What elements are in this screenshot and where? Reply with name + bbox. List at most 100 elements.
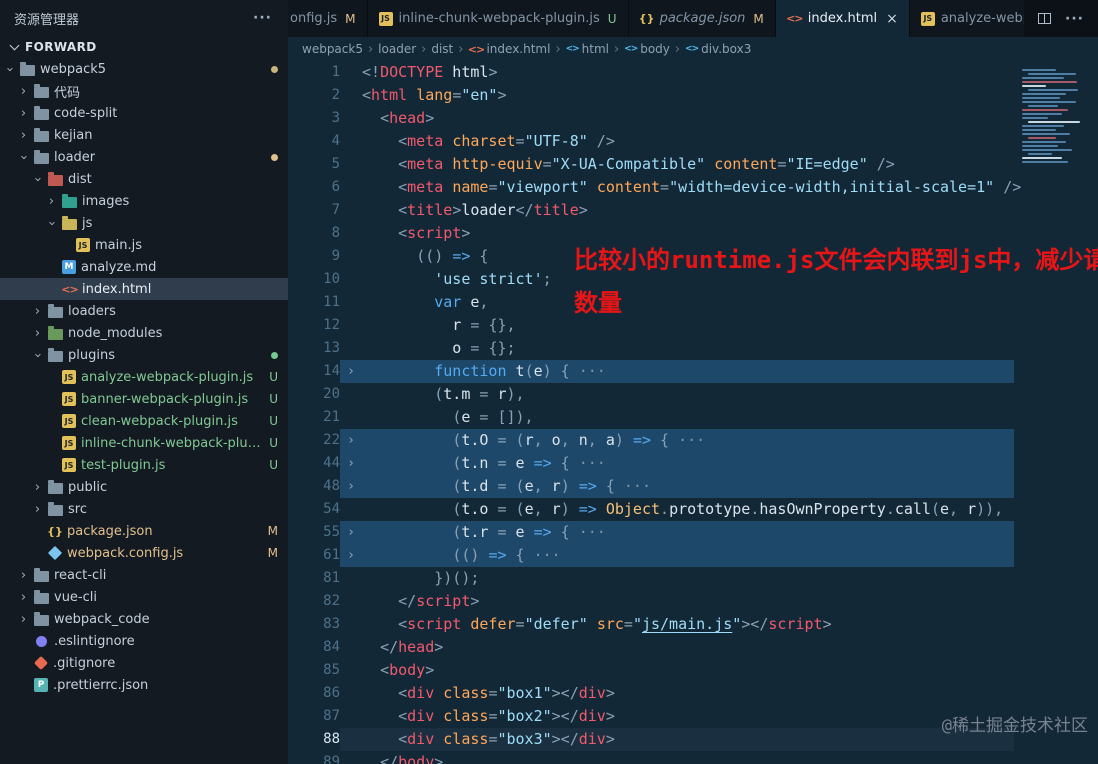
breadcrumb-item-html[interactable]: <> html <box>566 42 609 56</box>
tree-item-prettierrc-json[interactable]: ›P.prettierrc.json <box>0 674 288 696</box>
line-number: 89 <box>323 754 340 764</box>
file-tree: › webpack5 › 代码 › code-split › kejian › loader › di… <box>0 58 288 696</box>
tree-item-main-js[interactable]: ›JSmain.js <box>0 234 288 256</box>
line-content: <head> <box>340 107 1098 130</box>
code-line-7[interactable]: 7 <title>loader</title> <box>288 199 1098 222</box>
tree-item-src[interactable]: › src <box>0 498 288 520</box>
tree-item-label: index.html <box>82 281 152 297</box>
tree-item-code-split[interactable]: › code-split <box>0 102 288 124</box>
tree-item-node-modules[interactable]: › node_modules <box>0 322 288 344</box>
tab-onfig-js[interactable]: onfig.js M <box>288 0 368 37</box>
breadcrumb-item-div-box3[interactable]: <> div.box3 <box>685 42 751 56</box>
more-actions-icon[interactable]: ··· <box>1065 11 1084 27</box>
breadcrumb-item-webpack5[interactable]: webpack5 <box>302 42 363 56</box>
code-line-6[interactable]: 6 <meta name="viewport" content="width=d… <box>288 176 1098 199</box>
breadcrumb-item-body[interactable]: <> body <box>624 42 670 56</box>
tree-item-images[interactable]: › images <box>0 190 288 212</box>
tree-item-inline-chunk-webpack-plugin-js[interactable]: ›JSinline-chunk-webpack-plugin.jsU <box>0 432 288 454</box>
tree-item-js[interactable]: › js <box>0 212 288 234</box>
tree-item-clean-webpack-plugin-js[interactable]: ›JSclean-webpack-plugin.jsU <box>0 410 288 432</box>
tree-item-package-json[interactable]: ›{}package.jsonM <box>0 520 288 542</box>
line-number: 8 <box>331 225 340 241</box>
code-text: var e, <box>434 293 489 311</box>
code-line-21[interactable]: 21 (e = []), <box>288 406 1098 429</box>
tab-index-html[interactable]: <> index.html × <box>775 0 910 37</box>
tree-item-label: test-plugin.js <box>81 457 166 473</box>
code-line-55[interactable]: 55 › (t.r = e => { ··· <box>288 521 1098 544</box>
tree-item-plugins[interactable]: › plugins <box>0 344 288 366</box>
line-number: 21 <box>323 409 340 425</box>
line-content: <html lang="en"> <box>340 84 1098 107</box>
tree-item-item[interactable]: › 代码 <box>0 80 288 102</box>
close-icon[interactable]: × <box>886 11 898 27</box>
tree-item-analyze-md[interactable]: ›Manalyze.md <box>0 256 288 278</box>
minimap-line <box>1028 153 1052 155</box>
fold-chevron-icon[interactable]: › <box>340 521 362 544</box>
code-line-89[interactable]: 89 </body> <box>288 751 1098 764</box>
breadcrumb-item-index-html[interactable]: <> index.html <box>468 42 551 56</box>
code-line-14[interactable]: 14 › function t(e) { ··· <box>288 360 1098 383</box>
code-line-81[interactable]: 81 })(); <box>288 567 1098 590</box>
code-line-22[interactable]: 22 › (t.O = (r, o, n, a) => { ··· <box>288 429 1098 452</box>
code-line-20[interactable]: 20 (t.m = r), <box>288 383 1098 406</box>
code-line-10[interactable]: 10 'use strict'; <box>288 268 1098 291</box>
code-line-61[interactable]: 61 › (() => { ··· <box>288 544 1098 567</box>
tree-item-label: clean-webpack-plugin.js <box>81 413 238 429</box>
code-line-9[interactable]: 9 (() => { <box>288 245 1098 268</box>
tree-item-gitignore[interactable]: ›.gitignore <box>0 652 288 674</box>
code-line-83[interactable]: 83 <script defer="defer" src="js/main.js… <box>288 613 1098 636</box>
code-line-4[interactable]: 4 <meta charset="UTF-8" /> <box>288 130 1098 153</box>
code-line-44[interactable]: 44 › (t.n = e => { ··· <box>288 452 1098 475</box>
fold-chevron-icon[interactable]: › <box>340 475 362 498</box>
tree-item-loaders[interactable]: › loaders <box>0 300 288 322</box>
tab-package-json[interactable]: {} package.json M <box>628 0 776 37</box>
tree-item-webpack-config-js[interactable]: ›webpack.config.jsM <box>0 542 288 564</box>
code-line-1[interactable]: 1 <!DOCTYPE html> <box>288 61 1098 84</box>
workspace-section-header[interactable]: FORWARD <box>0 36 288 58</box>
tree-item-eslintignore[interactable]: ›.eslintignore <box>0 630 288 652</box>
js-icon: JS <box>62 458 76 472</box>
breadcrumb-item-dist[interactable]: dist <box>431 42 453 56</box>
code-line-5[interactable]: 5 <meta http-equiv="X-UA-Compatible" con… <box>288 153 1098 176</box>
line-number: 11 <box>323 294 340 310</box>
git-status-badge: M <box>267 546 278 560</box>
js-icon: JS <box>378 11 393 26</box>
fold-chevron-icon[interactable]: › <box>340 452 362 475</box>
code-line-3[interactable]: 3 <head> <box>288 107 1098 130</box>
code-line-48[interactable]: 48 › (t.d = (e, r) => { ··· <box>288 475 1098 498</box>
fold-chevron-icon[interactable]: › <box>340 429 362 452</box>
tree-item-react-cli[interactable]: › react-cli <box>0 564 288 586</box>
breadcrumb-item-loader[interactable]: loader <box>378 42 416 56</box>
tree-item-dist[interactable]: › dist <box>0 168 288 190</box>
tree-item-kejian[interactable]: › kejian <box>0 124 288 146</box>
minimap[interactable] <box>1012 61 1098 179</box>
tab-analyze-webpack[interactable]: JSanalyze-webpack↺ <box>909 0 1025 37</box>
fold-chevron-icon[interactable]: › <box>340 360 362 383</box>
tree-item-webpack5[interactable]: › webpack5 <box>0 58 288 80</box>
tree-item-index-html[interactable]: ›<>index.html <box>0 278 288 300</box>
tree-item-banner-webpack-plugin-js[interactable]: ›JSbanner-webpack-plugin.jsU <box>0 388 288 410</box>
fold-chevron-icon[interactable]: › <box>340 544 362 567</box>
code-line-85[interactable]: 85 <body> <box>288 659 1098 682</box>
explorer-more-icon[interactable]: ··· <box>253 10 272 26</box>
line-number: 4 <box>331 133 340 149</box>
split-editor-icon[interactable] <box>1038 13 1052 24</box>
code-line-82[interactable]: 82 </script> <box>288 590 1098 613</box>
code-line-54[interactable]: 54 (t.o = (e, r) => Object.prototype.has… <box>288 498 1098 521</box>
code-line-8[interactable]: 8 <script> <box>288 222 1098 245</box>
line-number: 88 <box>323 731 340 747</box>
tab-inline-chunk-webpack-plugin-js[interactable]: JS inline-chunk-webpack-plugin.js U <box>367 0 629 37</box>
code-line-86[interactable]: 86 <div class="box1"></div> <box>288 682 1098 705</box>
code-line-11[interactable]: 11 var e, <box>288 291 1098 314</box>
tree-item-webpack-code[interactable]: › webpack_code <box>0 608 288 630</box>
tree-item-vue-cli[interactable]: › vue-cli <box>0 586 288 608</box>
tree-item-test-plugin-js[interactable]: ›JStest-plugin.jsU <box>0 454 288 476</box>
code-line-2[interactable]: 2 <html lang="en"> <box>288 84 1098 107</box>
tree-item-loader[interactable]: › loader <box>0 146 288 168</box>
code-line-12[interactable]: 12 r = {}, <box>288 314 1098 337</box>
code-line-13[interactable]: 13 o = {}; <box>288 337 1098 360</box>
code-editor[interactable]: 1 <!DOCTYPE html> 2 <html lang="en"> 3 <head… <box>288 61 1098 764</box>
tree-item-analyze-webpack-plugin-js[interactable]: ›JSanalyze-webpack-plugin.jsU <box>0 366 288 388</box>
code-line-84[interactable]: 84 </head> <box>288 636 1098 659</box>
tree-item-public[interactable]: › public <box>0 476 288 498</box>
